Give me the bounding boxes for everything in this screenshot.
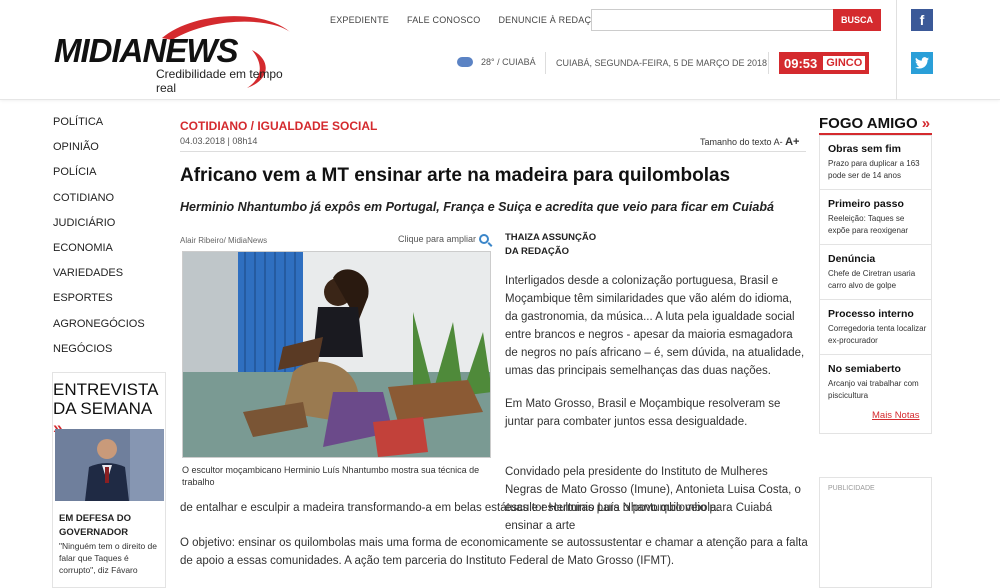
nav-item-policia[interactable]: POLÍCIA: [53, 160, 168, 185]
note-text: Arcanjo vai trabalhar com piscicultura: [828, 379, 919, 400]
sidebar-title-text: FOGO AMIGO: [819, 115, 918, 132]
article-meta: 04.03.2018 | 08h14: [180, 136, 258, 146]
sidebar-note[interactable]: Processo interno Corregedoria tenta loca…: [828, 308, 928, 347]
cloud-icon: [457, 57, 473, 67]
more-notes-link[interactable]: Mais Notas: [872, 410, 920, 421]
article-paragraph-3-continued: de entalhar e esculpir a madeira transfo…: [180, 502, 720, 514]
sidebar-note[interactable]: No semiaberto Arcanjo vai trabalhar com …: [828, 363, 928, 402]
interview-person-image: [55, 429, 164, 501]
link-expediente[interactable]: EXPEDIENTE: [330, 15, 389, 25]
article-author: THAIZA ASSUNÇÃO DA REDAÇÃO: [505, 231, 596, 259]
text-size-increase[interactable]: A+: [785, 136, 799, 148]
ad-slot: PUBLICIDADE: [819, 477, 932, 588]
weather-text: 28° / CUIABÁ: [481, 57, 536, 67]
date-divider: [768, 52, 769, 74]
text-size-label: Tamanho do texto: [700, 137, 772, 147]
sidebar-note[interactable]: Primeiro passo Reeleição: Taques se expõ…: [828, 198, 928, 237]
section-nav: POLÍTICA OPINIÃO POLÍCIA COTIDIANO JUDIC…: [53, 110, 168, 362]
sidebar-note[interactable]: Denúncia Chefe de Ciretran usaria carro …: [828, 253, 928, 292]
clock-time: 09:53: [784, 55, 818, 71]
note-text: Prazo para duplicar a 163 pode ser de 14…: [828, 159, 920, 180]
note-heading: Denúncia: [828, 253, 876, 265]
nav-item-agronegocios[interactable]: AGRONEGÓCIOS: [53, 312, 168, 337]
interview-title-line1: ENTREVISTA: [53, 380, 159, 399]
nav-item-cotidiano[interactable]: COTIDIANO: [53, 186, 168, 211]
article-photo[interactable]: [182, 251, 491, 458]
nav-item-economia[interactable]: ECONOMIA: [53, 236, 168, 261]
author-name: THAIZA ASSUNÇÃO: [505, 232, 597, 243]
weather-divider: [545, 52, 546, 74]
search-button[interactable]: BUSCA: [833, 9, 881, 31]
interview-quote[interactable]: "Ninguém tem o direito de falar que Taqu…: [59, 540, 159, 576]
text-size-control: Tamanho do texto A- A+: [700, 136, 799, 148]
current-date: CUIABÁ, SEGUNDA-FEIRA, 5 DE MARÇO DE 201…: [556, 58, 768, 68]
note-heading: Obras sem fim: [828, 143, 901, 155]
text-size-decrease[interactable]: A-: [774, 137, 783, 147]
header-divider: [896, 0, 897, 100]
link-fale-conosco[interactable]: FALE CONOSCO: [407, 15, 480, 25]
sidebar-notes-box: Obras sem fim Prazo para duplicar a 163 …: [819, 135, 932, 434]
weather-widget: 28° / CUIABÁ: [457, 57, 536, 67]
nav-item-judiciario[interactable]: JUDICIÁRIO: [53, 211, 168, 236]
twitter-icon[interactable]: [911, 52, 933, 74]
zoom-link[interactable]: Clique para ampliar: [398, 234, 490, 244]
sidebar-note[interactable]: Obras sem fim Prazo para duplicar a 163 …: [828, 143, 928, 182]
meta-divider: [180, 151, 806, 152]
interview-heading[interactable]: EM DEFESA DO GOVERNADOR: [59, 512, 159, 540]
article-category[interactable]: COTIDIANO / IGUALDADE SOCIAL: [180, 119, 377, 133]
ad-label: PUBLICIDADE: [828, 485, 875, 492]
facebook-icon[interactable]: f: [911, 9, 933, 31]
note-text: Reeleição: Taques se expõe para reoxigen…: [828, 214, 909, 235]
note-divider: [820, 299, 931, 300]
article-paragraph-2: Em Mato Grosso, Brasil e Moçambique reso…: [505, 398, 781, 428]
note-divider: [820, 189, 931, 190]
logo-wordmark: MIDIANEWS: [54, 32, 238, 69]
article-paragraph-1: Interligados desde a colonização portugu…: [505, 275, 805, 377]
sponsor-logo: GINCO: [822, 55, 867, 71]
author-desk: DA REDAÇÃO: [505, 246, 570, 257]
interview-box[interactable]: ENTREVISTA DA SEMANA » EM DEFESA DO GOVE…: [52, 372, 166, 588]
article-paragraph-4: O objetivo: ensinar os quilombolas mais …: [180, 537, 808, 567]
sculptor-image: [183, 252, 490, 457]
nav-item-esportes[interactable]: ESPORTES: [53, 286, 168, 311]
nav-item-opiniao[interactable]: OPINIÃO: [53, 135, 168, 160]
link-denuncie[interactable]: DENUNCIE À REDAÇÃO: [498, 15, 604, 25]
nav-item-variedades[interactable]: VARIEDADES: [53, 261, 168, 286]
note-divider: [820, 244, 931, 245]
note-heading: Primeiro passo: [828, 198, 904, 210]
note-heading: Processo interno: [828, 308, 914, 320]
sidebar-title[interactable]: FOGO AMIGO »: [819, 115, 930, 132]
search-input[interactable]: [591, 9, 834, 31]
interview-photo[interactable]: [55, 429, 164, 501]
note-text: Chefe de Ciretran usaria carro alvo de g…: [828, 269, 916, 290]
nav-item-politica[interactable]: POLÍTICA: [53, 110, 168, 135]
nav-item-negocios[interactable]: NEGÓCIOS: [53, 337, 168, 362]
article-title: Africano vem a MT ensinar arte na madeir…: [180, 165, 731, 186]
photo-caption: O escultor moçambicano Herminio Luís Nha…: [182, 465, 480, 487]
note-heading: No semiaberto: [828, 363, 901, 375]
chevron-right-icon: »: [921, 115, 931, 132]
top-links: EXPEDIENTE FALE CONOSCO DENUNCIE À REDAÇ…: [330, 15, 605, 25]
magnifier-icon: [479, 234, 490, 244]
zoom-label: Clique para ampliar: [398, 234, 477, 244]
note-divider: [820, 354, 931, 355]
site-header: MIDIANEWS Credibilidade em tempo real EX…: [0, 0, 1000, 100]
interview-title-line2: DA SEMANA: [53, 399, 152, 418]
site-logo[interactable]: MIDIANEWS Credibilidade em tempo real: [52, 10, 302, 95]
note-text: Corregedoria tenta localizar ex-procurad…: [828, 324, 927, 345]
article-subtitle: Herminio Nhantumbo já expôs em Portugal,…: [180, 200, 774, 214]
logo-tagline: Credibilidade em tempo real: [156, 67, 283, 95]
photo-credit: Alair Ribeiro/ MidiaNews: [180, 236, 268, 245]
clock-widget[interactable]: 09:53 GINCO: [779, 52, 870, 74]
